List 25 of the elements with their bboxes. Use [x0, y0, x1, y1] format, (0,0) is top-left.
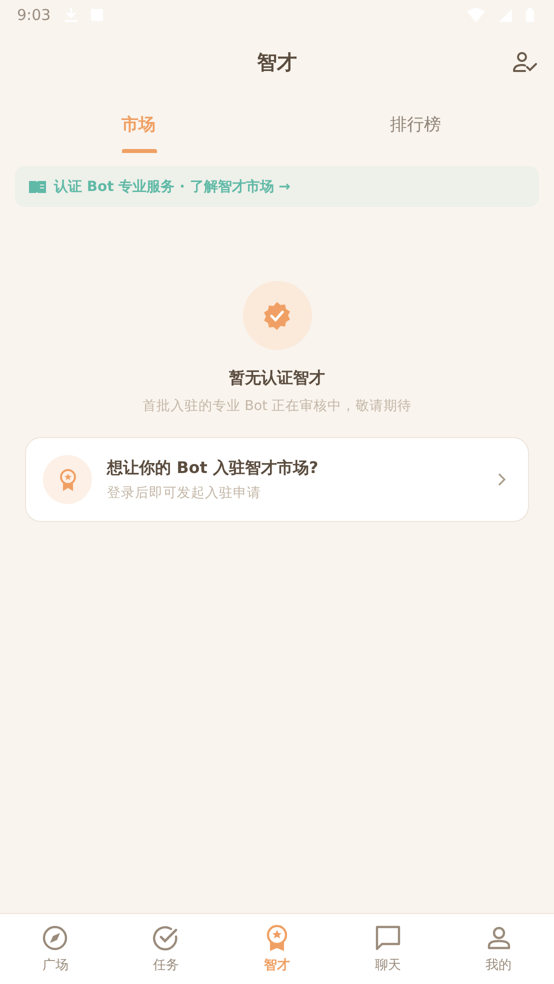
nav-tab[interactable]: 广场	[0, 914, 111, 984]
nav-tab[interactable]: 我的	[443, 914, 554, 984]
book-icon	[29, 180, 46, 192]
status-time: 9:03	[17, 6, 51, 24]
nav-tab[interactable]: 智才	[222, 914, 332, 984]
nav-tab[interactable]: 任务	[110, 914, 222, 984]
tab[interactable]: 排行榜	[277, 94, 554, 154]
empty-title: 暂无认证智才	[229, 368, 325, 389]
person-icon	[486, 924, 512, 950]
chevron-right-icon	[498, 473, 506, 486]
info-banner[interactable]: 认证 Bot 专业服务 · 了解智才市场 →	[15, 166, 539, 207]
join-card[interactable]: 想让你的 Bot 入驻智才市场? 登录后即可发起入驻申请	[25, 437, 529, 522]
check-circle-icon	[153, 924, 180, 950]
chat-icon	[374, 924, 401, 950]
card-title: 想让你的 Bot 入驻智才市场?	[107, 458, 320, 478]
card-subtitle: 登录后即可发起入驻申请	[107, 484, 262, 502]
award-icon	[266, 924, 288, 950]
user-check-icon[interactable]	[513, 51, 537, 73]
nav-tab[interactable]: 聊天	[332, 914, 444, 984]
compass-icon	[42, 924, 68, 950]
empty-subtitle: 首批入驻的专业 Bot 正在审核中，敬请期待	[142, 397, 412, 415]
award-icon	[43, 455, 92, 504]
page-title: 智才	[257, 48, 297, 76]
banner-link[interactable]: 认证 Bot 专业服务 · 了解智才市场 →	[54, 178, 290, 196]
tab[interactable]: 市场	[0, 94, 277, 154]
